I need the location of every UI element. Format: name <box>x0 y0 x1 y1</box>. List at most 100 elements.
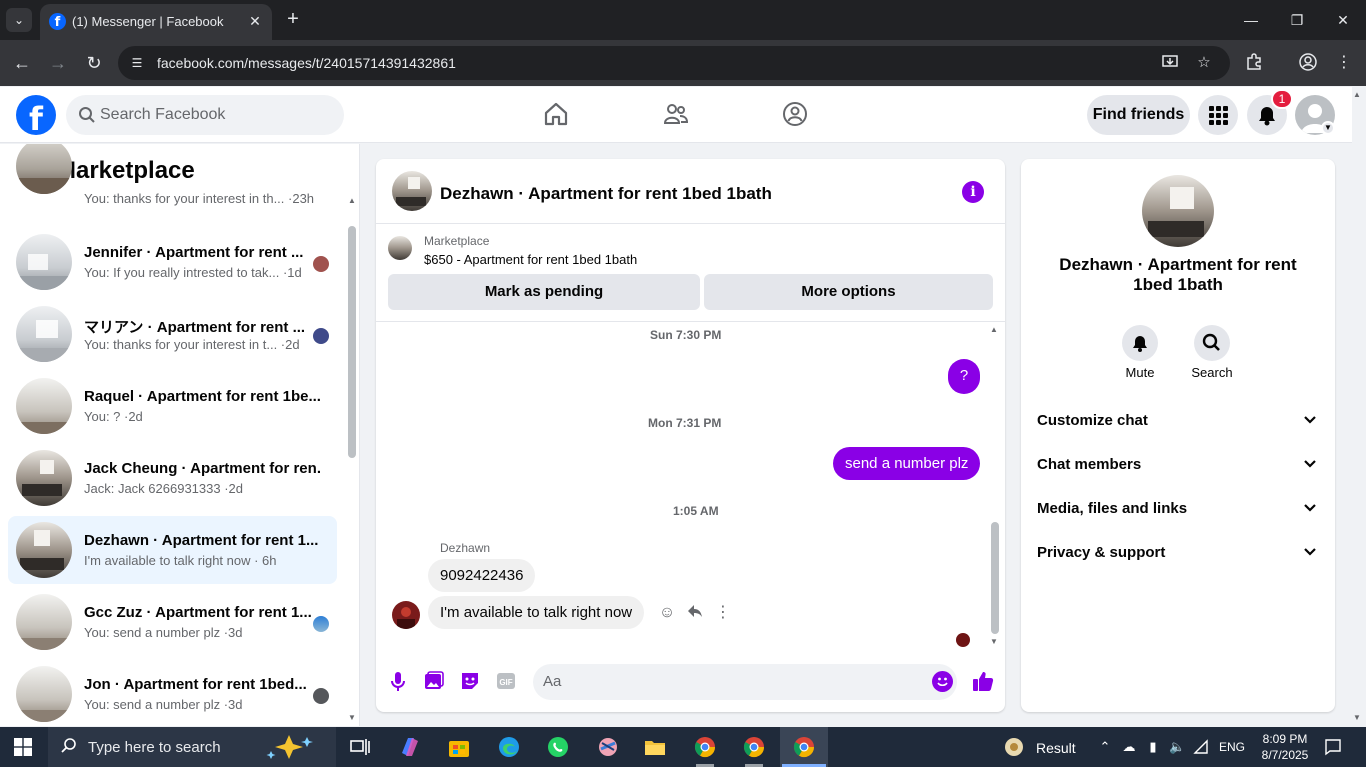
thumbs-up-icon[interactable] <box>971 669 995 693</box>
file-explorer-icon[interactable] <box>643 735 667 759</box>
search-in-conversation-button[interactable] <box>1194 325 1230 361</box>
widget-label[interactable]: Result <box>1036 740 1076 756</box>
avatar[interactable] <box>392 171 432 211</box>
address-bar[interactable]: ☰ facebook.com/messages/t/24015714391432… <box>118 46 1230 80</box>
chrome-icon[interactable] <box>792 735 816 759</box>
incoming-message[interactable]: I'm available to talk right now <box>428 596 645 629</box>
facebook-search-input[interactable]: Search Facebook <box>66 95 344 135</box>
customize-chat-section[interactable]: Customize chat <box>1029 401 1327 441</box>
battery-icon[interactable]: ▮ <box>1145 739 1161 755</box>
whatsapp-icon[interactable] <box>546 735 570 759</box>
scroll-up-icon[interactable]: ▲ <box>990 325 998 334</box>
listing-source: Marketplace <box>424 234 490 248</box>
windows-taskbar: Type here to search Result ⌃ ☁ ▮ 🔈 ENG 8… <box>0 727 1366 767</box>
taskbar-search-input[interactable]: Type here to search <box>48 727 336 767</box>
volume-icon[interactable]: 🔈 <box>1169 739 1185 755</box>
mute-button[interactable] <box>1122 325 1158 361</box>
incoming-message[interactable]: 9092422436 <box>428 559 536 592</box>
friends-icon[interactable] <box>663 101 689 127</box>
install-app-icon[interactable] <box>1160 53 1180 73</box>
list-item-active[interactable]: Dezhawn · Apartment for rent 1... I'm av… <box>8 516 337 584</box>
copilot-icon[interactable] <box>398 735 422 759</box>
chevron-up-icon[interactable]: ⌃ <box>1097 739 1113 755</box>
site-info-icon[interactable]: ☰ <box>128 54 146 72</box>
groups-icon[interactable] <box>782 101 808 127</box>
thread-preview: You: send a number plz ·3d <box>84 625 243 640</box>
profile-icon[interactable] <box>1297 52 1319 74</box>
avatar[interactable] <box>392 601 420 629</box>
media-files-links-section[interactable]: Media, files and links <box>1029 489 1327 529</box>
more-actions-icon[interactable]: ⋮ <box>712 602 734 624</box>
privacy-support-section[interactable]: Privacy & support <box>1029 533 1327 573</box>
list-item[interactable]: Jennifer · Apartment for rent ... You: I… <box>8 228 337 296</box>
microsoft-store-icon[interactable] <box>447 735 471 759</box>
minimize-icon[interactable]: — <box>1228 6 1274 34</box>
clock[interactable]: 8:09 PM 8/7/2025 <box>1250 731 1320 763</box>
outgoing-message[interactable]: send a number plz <box>833 447 981 480</box>
photo-icon[interactable] <box>423 670 445 692</box>
outgoing-message[interactable]: ? <box>948 359 980 394</box>
menu-grid-button[interactable] <box>1198 95 1238 135</box>
avatar[interactable] <box>1142 175 1214 247</box>
forward-icon[interactable]: → <box>45 50 71 76</box>
list-item[interactable]: マリアン · Apartment for rent ... You: thank… <box>8 300 337 368</box>
sticker-icon[interactable] <box>459 670 481 692</box>
list-item[interactable]: Gcc Zuz · Apartment for rent 1... You: s… <box>8 588 337 656</box>
url-text[interactable]: facebook.com/messages/t/2401571439143286… <box>157 55 456 71</box>
chrome-icon[interactable] <box>693 735 717 759</box>
chrome-icon[interactable] <box>742 735 766 759</box>
tab-search-dropdown-icon[interactable]: ⌄ <box>6 8 32 32</box>
reload-icon[interactable]: ↻ <box>81 50 107 76</box>
sports-widget-icon[interactable] <box>1004 737 1024 757</box>
app-icon[interactable] <box>596 735 620 759</box>
conversation-scrollbar[interactable] <box>991 522 999 634</box>
list-item[interactable]: Raquel · Apartment for rent 1be... You: … <box>8 372 337 440</box>
mark-as-pending-button[interactable]: Mark as pending <box>388 274 700 310</box>
listing-title[interactable]: $650 - Apartment for rent 1bed 1bath <box>424 252 637 267</box>
list-item[interactable]: Jack Cheung · Apartment for ren... Jack:… <box>8 444 337 512</box>
message-timestamp: 1:05 AM <box>673 504 719 518</box>
onedrive-icon[interactable]: ☁ <box>1121 739 1137 755</box>
more-options-button[interactable]: More options <box>704 274 993 310</box>
maximize-icon[interactable]: ❐ <box>1274 6 1320 34</box>
chat-members-section[interactable]: Chat members <box>1029 445 1327 485</box>
find-friends-button[interactable]: Find friends <box>1087 95 1190 135</box>
reply-icon[interactable] <box>684 602 706 624</box>
extensions-icon[interactable] <box>1243 52 1265 74</box>
gif-icon[interactable]: GIF <box>495 670 517 692</box>
close-window-icon[interactable]: ✕ <box>1320 6 1366 34</box>
scroll-down-icon[interactable]: ▼ <box>1353 713 1361 722</box>
wifi-icon[interactable] <box>1193 739 1209 755</box>
home-icon[interactable] <box>543 101 569 127</box>
browser-tab[interactable]: f (1) Messenger | Facebook ✕ <box>40 4 272 40</box>
edge-browser-icon[interactable] <box>497 735 521 759</box>
message-input[interactable]: Aa <box>533 664 957 700</box>
react-emoji-icon[interactable]: ☺ <box>656 602 678 624</box>
facebook-logo-icon[interactable]: f <box>16 95 56 135</box>
back-icon[interactable]: ← <box>9 50 35 76</box>
page-scrollbar[interactable] <box>1352 87 1366 727</box>
sidebar-scrollbar[interactable] <box>348 226 356 458</box>
scroll-up-icon[interactable]: ▲ <box>347 196 357 205</box>
microphone-icon[interactable] <box>387 670 409 692</box>
browser-menu-icon[interactable]: ⋮ <box>1333 52 1355 74</box>
list-item[interactable]: You: thanks for your interest in th... ·… <box>8 144 337 216</box>
language-indicator[interactable]: ENG <box>1219 740 1245 754</box>
listing-photo <box>16 144 72 194</box>
chevron-down-icon[interactable]: ▼ <box>1321 121 1335 135</box>
windows-start-icon[interactable] <box>14 738 32 756</box>
bookmark-star-icon[interactable]: ☆ <box>1194 53 1214 73</box>
close-tab-icon[interactable]: ✕ <box>246 12 264 30</box>
chevron-down-icon <box>1304 548 1316 556</box>
info-icon[interactable]: i <box>962 181 984 203</box>
scroll-down-icon[interactable]: ▼ <box>990 637 998 646</box>
new-tab-icon[interactable]: + <box>282 8 304 30</box>
conversation-title[interactable]: Dezhawn · Apartment for rent 1bed 1bath <box>440 184 772 204</box>
task-view-icon[interactable] <box>348 735 372 759</box>
emoji-icon[interactable] <box>932 671 953 692</box>
list-item[interactable]: Jon · Apartment for rent 1bed... You: se… <box>8 660 337 726</box>
conversation-name: Dezhawn · Apartment for rent 1bed 1bath <box>1059 255 1297 294</box>
notification-center-icon[interactable] <box>1324 738 1342 756</box>
scroll-down-icon[interactable]: ▼ <box>347 713 357 722</box>
scroll-up-icon[interactable]: ▲ <box>1353 90 1361 99</box>
